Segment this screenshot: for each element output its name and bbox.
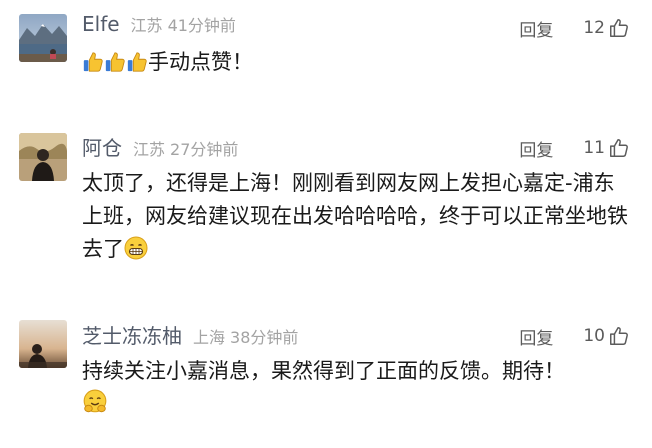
timestamp: 27分钟前	[170, 140, 239, 159]
like-count: 10	[583, 326, 605, 346]
comment-item: 芝士冻冻柚 上海 38分钟前 回复 10 持续关注小嘉消息，果然得到了正面的反馈…	[0, 300, 652, 448]
comment-item: 阿仓 江苏 27分钟前 回复 11 太顶了，还得是上海！刚刚看到网友网上发担心嘉…	[0, 120, 652, 300]
location-label: 上海	[193, 328, 226, 347]
user-avatar[interactable]	[19, 133, 67, 181]
user-avatar[interactable]	[19, 320, 67, 368]
comment-text: 太顶了，还得是上海！刚刚看到网友网上发担心嘉定-浦东上班，网友给建议现在出发哈哈…	[82, 167, 632, 270]
like-count: 12	[583, 18, 605, 38]
timestamp: 41分钟前	[167, 16, 236, 35]
thumbs-up-outline-icon[interactable]	[608, 17, 630, 39]
comment-actions: 回复 12	[519, 12, 630, 44]
comment-body: 持续关注小嘉消息，果然得到了正面的反馈。期待！	[82, 359, 565, 383]
location-label: 江苏	[133, 140, 166, 159]
reply-button[interactable]: 回复	[519, 136, 553, 161]
username[interactable]: 芝士冻冻柚	[82, 320, 182, 349]
hugging-face-emoji-icon	[82, 389, 108, 425]
timestamp: 38分钟前	[230, 328, 299, 347]
thumbs-up-outline-icon[interactable]	[608, 137, 630, 159]
thumbs-up-emoji-icon	[82, 50, 104, 83]
username[interactable]: Elfe	[82, 12, 120, 36]
reply-button[interactable]: 回复	[519, 16, 553, 41]
comment-text: 手动点赞！	[82, 46, 632, 83]
thumbs-up-emoji-icon	[126, 50, 148, 83]
comment-body: 手动点赞！	[148, 50, 253, 74]
thumbs-up-emoji-icon	[104, 50, 126, 83]
comment-body: 太顶了，还得是上海！刚刚看到网友网上发担心嘉定-浦东上班，网友给建议现在出发哈哈…	[82, 171, 628, 261]
comment-item: Elfe 江苏 41分钟前 回复 12 手动点赞！	[0, 0, 652, 120]
location-label: 江苏	[130, 16, 163, 35]
comment-meta: 芝士冻冻柚 上海 38分钟前	[82, 320, 298, 352]
comment-actions: 回复 10	[519, 320, 630, 352]
user-avatar[interactable]	[19, 14, 67, 62]
comment-meta: Elfe 江苏 41分钟前	[82, 12, 236, 44]
thumbs-up-outline-icon[interactable]	[608, 325, 630, 347]
like-count: 11	[583, 138, 605, 158]
comment-meta: 阿仓 江苏 27分钟前	[82, 132, 238, 164]
comment-actions: 回复 11	[519, 132, 630, 164]
username[interactable]: 阿仓	[82, 132, 122, 161]
grinning-face-emoji-icon	[124, 236, 148, 270]
comment-text: 持续关注小嘉消息，果然得到了正面的反馈。期待！	[82, 355, 632, 425]
reply-button[interactable]: 回复	[519, 324, 553, 349]
